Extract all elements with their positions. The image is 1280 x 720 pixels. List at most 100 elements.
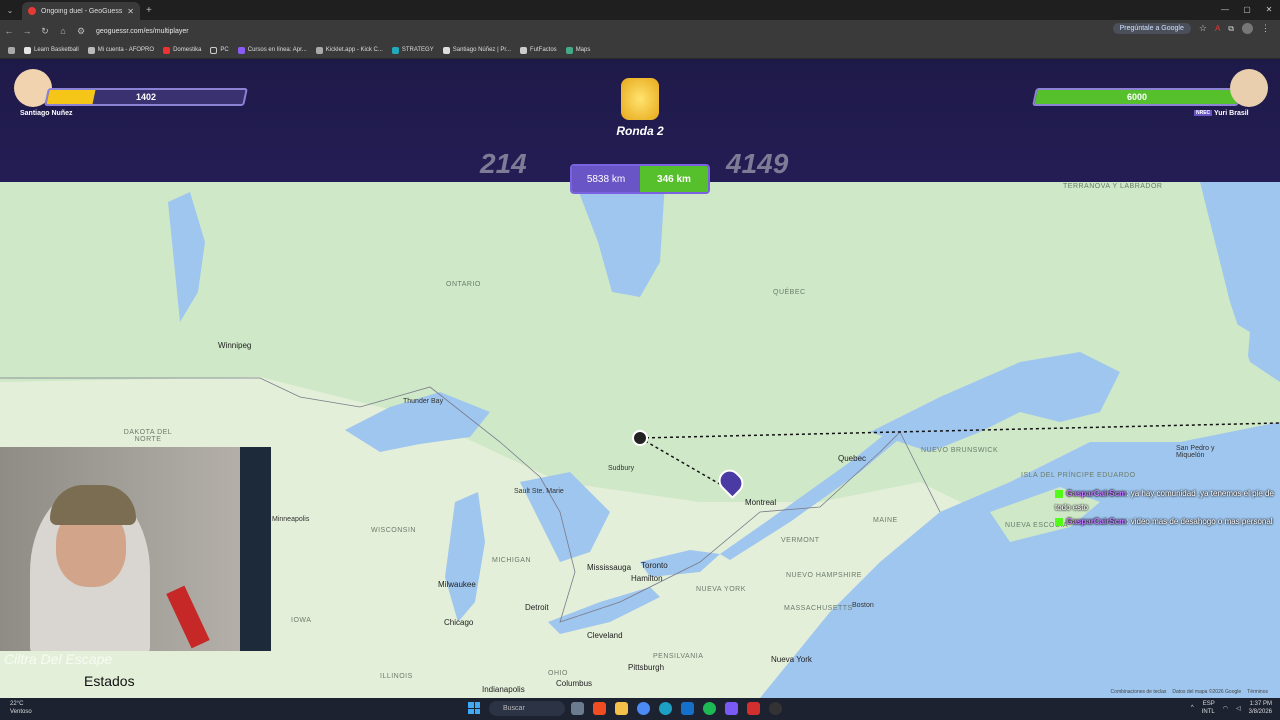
chat-username: GasparCairScm	[1066, 517, 1127, 526]
score-left: 214	[480, 148, 527, 179]
map-label-region: NUEVO HAMPSHIRE	[786, 572, 862, 579]
lang-text-2: INTL	[1201, 709, 1215, 715]
weather-widget[interactable]: 22°C Ventoso	[10, 700, 32, 716]
map-label-city: Montreal	[745, 498, 777, 507]
address-bar: ← → ↻ ⌂ ⚙ geoguessr.com/es/multiplayer P…	[0, 20, 1280, 42]
player-left-name: Santiago Nuñez	[20, 110, 73, 117]
kick-badge-icon	[1055, 489, 1063, 498]
brave-icon[interactable]	[593, 702, 606, 715]
extension-icon[interactable]: A	[1215, 24, 1220, 33]
tray-arrow-icon[interactable]: ^	[1191, 705, 1194, 711]
task-view-icon[interactable]	[571, 702, 584, 715]
player-left-health-bar: 1402	[44, 88, 248, 106]
chat-message: GasparCairScm: video mas de desahogo o m…	[1055, 515, 1280, 529]
map-label-city: Toronto	[641, 561, 668, 570]
stream-chat: GasparCairScm: ya hay comunidad ,ya tene…	[1055, 487, 1280, 529]
map-label-region: ONTARIO	[446, 281, 481, 288]
bookmark-item[interactable]: Santiago Núñez | Pr...	[442, 46, 511, 54]
bookmarks-bar: Learn Basketball Mi cuenta - AFOPRO Dome…	[0, 42, 1280, 59]
chrome-icon[interactable]	[637, 702, 650, 715]
map-label-city: Sudbury	[608, 465, 635, 472]
maximize-icon[interactable]: ▢	[1236, 0, 1258, 20]
close-tab-icon[interactable]: ✕	[127, 7, 134, 16]
weather-desc: Ventoso	[10, 709, 32, 715]
map-label-region: WISCONSIN	[371, 527, 416, 534]
extensions-icon[interactable]: ⧉	[1228, 24, 1234, 34]
correct-location-pin-icon[interactable]	[632, 430, 648, 446]
bookmark-item[interactable]: Maps	[565, 46, 590, 54]
ask-google-button[interactable]: Pregúntale a Google	[1112, 23, 1191, 34]
map-label-city: Columbus	[556, 679, 593, 688]
map-label-city: Boston	[852, 602, 874, 609]
chat-username: GasparCairScm	[1066, 489, 1127, 498]
spotify-icon[interactable]	[703, 702, 716, 715]
home-icon[interactable]: ⌂	[54, 26, 72, 36]
map-label-region: MASSACHUSETTS	[784, 605, 853, 612]
streamer-cap	[50, 485, 136, 525]
app-icon[interactable]	[725, 702, 738, 715]
map-label-region: ISLA DEL PRÍNCIPE EDUARDO	[1021, 472, 1136, 479]
terms-link[interactable]: Términos	[1247, 689, 1268, 695]
taskbar-search[interactable]: Buscar	[489, 701, 565, 716]
bookmark-item[interactable]: STRATEGY	[391, 46, 434, 54]
player-right-hp: 6000	[1126, 92, 1148, 102]
bookmark-folder[interactable]: PC	[210, 46, 229, 54]
round-label: Ronda 2	[616, 124, 664, 138]
clock-time: 1:37 PM	[1249, 701, 1272, 707]
map-label-city: Hamilton	[631, 574, 663, 583]
stream-watermark: Ciltra Del Escape	[4, 651, 113, 667]
map-label-region: VERMONT	[781, 537, 820, 544]
bookmark-item[interactable]: Cursos en línea: Apr...	[237, 46, 307, 54]
edge-icon[interactable]	[659, 702, 672, 715]
star-icon[interactable]: ☆	[1199, 23, 1207, 34]
map-label-region: QUÉBEC	[773, 289, 806, 296]
score-right: 4149	[726, 148, 789, 179]
player-left-hp: 1402	[135, 92, 157, 102]
wifi-icon[interactable]: ◠	[1223, 705, 1228, 712]
keyboard-shortcuts-link[interactable]: Combinaciones de teclas	[1111, 689, 1167, 695]
bookmark-item[interactable]: Learn Basketball	[24, 46, 79, 54]
kick-badge-icon	[1055, 517, 1063, 526]
map-label-region: NUEVO BRUNSWICK	[921, 447, 999, 454]
bookmark-item[interactable]: Domestika	[163, 46, 201, 54]
round-badge-icon	[621, 78, 659, 120]
app-icon-dark[interactable]	[769, 702, 782, 715]
site-info-icon[interactable]: ⚙	[72, 26, 90, 37]
estados-label: Estados	[84, 673, 135, 689]
app-icon-red[interactable]	[747, 702, 760, 715]
back-icon[interactable]: ←	[0, 26, 18, 36]
map-label-city: Minneapolis	[272, 516, 310, 523]
windows-start-icon[interactable]	[468, 702, 480, 714]
map-label-region: NUEVA YORK	[696, 586, 746, 593]
tab-geoguessr[interactable]: Ongoing duel - GeoGuessr ✕	[22, 2, 140, 20]
map-label-city: Nueva York	[771, 655, 812, 664]
volume-icon[interactable]: ◁	[1236, 705, 1241, 712]
map-label-region: MICHIGAN	[492, 557, 531, 564]
minimize-icon[interactable]: —	[1214, 0, 1236, 20]
map-label-region: ILLINOIS	[380, 673, 413, 680]
reload-icon[interactable]: ↻	[36, 26, 54, 37]
new-tab-icon[interactable]: +	[146, 5, 152, 16]
map-label-city: Pittsburgh	[628, 663, 665, 672]
map-data-text: Datos del mapa ©2026 Google	[1172, 689, 1242, 695]
close-window-icon[interactable]: ✕	[1258, 0, 1280, 20]
apps-icon[interactable]	[8, 46, 15, 54]
language-indicator[interactable]: ESP INTL	[1202, 700, 1215, 716]
bookmark-item[interactable]: Kicklet.app - Kick C...	[315, 46, 383, 54]
tab-list-icon[interactable]: ⌄	[0, 6, 20, 15]
map-label-city: Sault Ste. Marie	[514, 488, 564, 495]
outlook-icon[interactable]	[681, 702, 694, 715]
distance-left: 5838 km	[572, 166, 640, 192]
file-explorer-icon[interactable]	[615, 702, 628, 715]
profile-avatar[interactable]	[1242, 23, 1253, 34]
bookmark-item[interactable]: FutFactos	[520, 46, 557, 54]
map-attribution: Combinaciones de teclas Datos del mapa ©…	[1111, 689, 1268, 695]
url-field[interactable]: geoguessr.com/es/multiplayer	[96, 28, 189, 35]
map-label-city: Quebec	[838, 454, 867, 463]
distance-right: 346 km	[640, 166, 708, 192]
bookmark-item[interactable]: Mi cuenta - AFOPRO	[87, 46, 154, 54]
clock[interactable]: 1:37 PM 3/8/2026	[1249, 700, 1272, 716]
menu-icon[interactable]: ⋮	[1261, 23, 1270, 34]
forward-icon[interactable]: →	[18, 26, 36, 36]
taskbar-apps	[571, 702, 782, 715]
